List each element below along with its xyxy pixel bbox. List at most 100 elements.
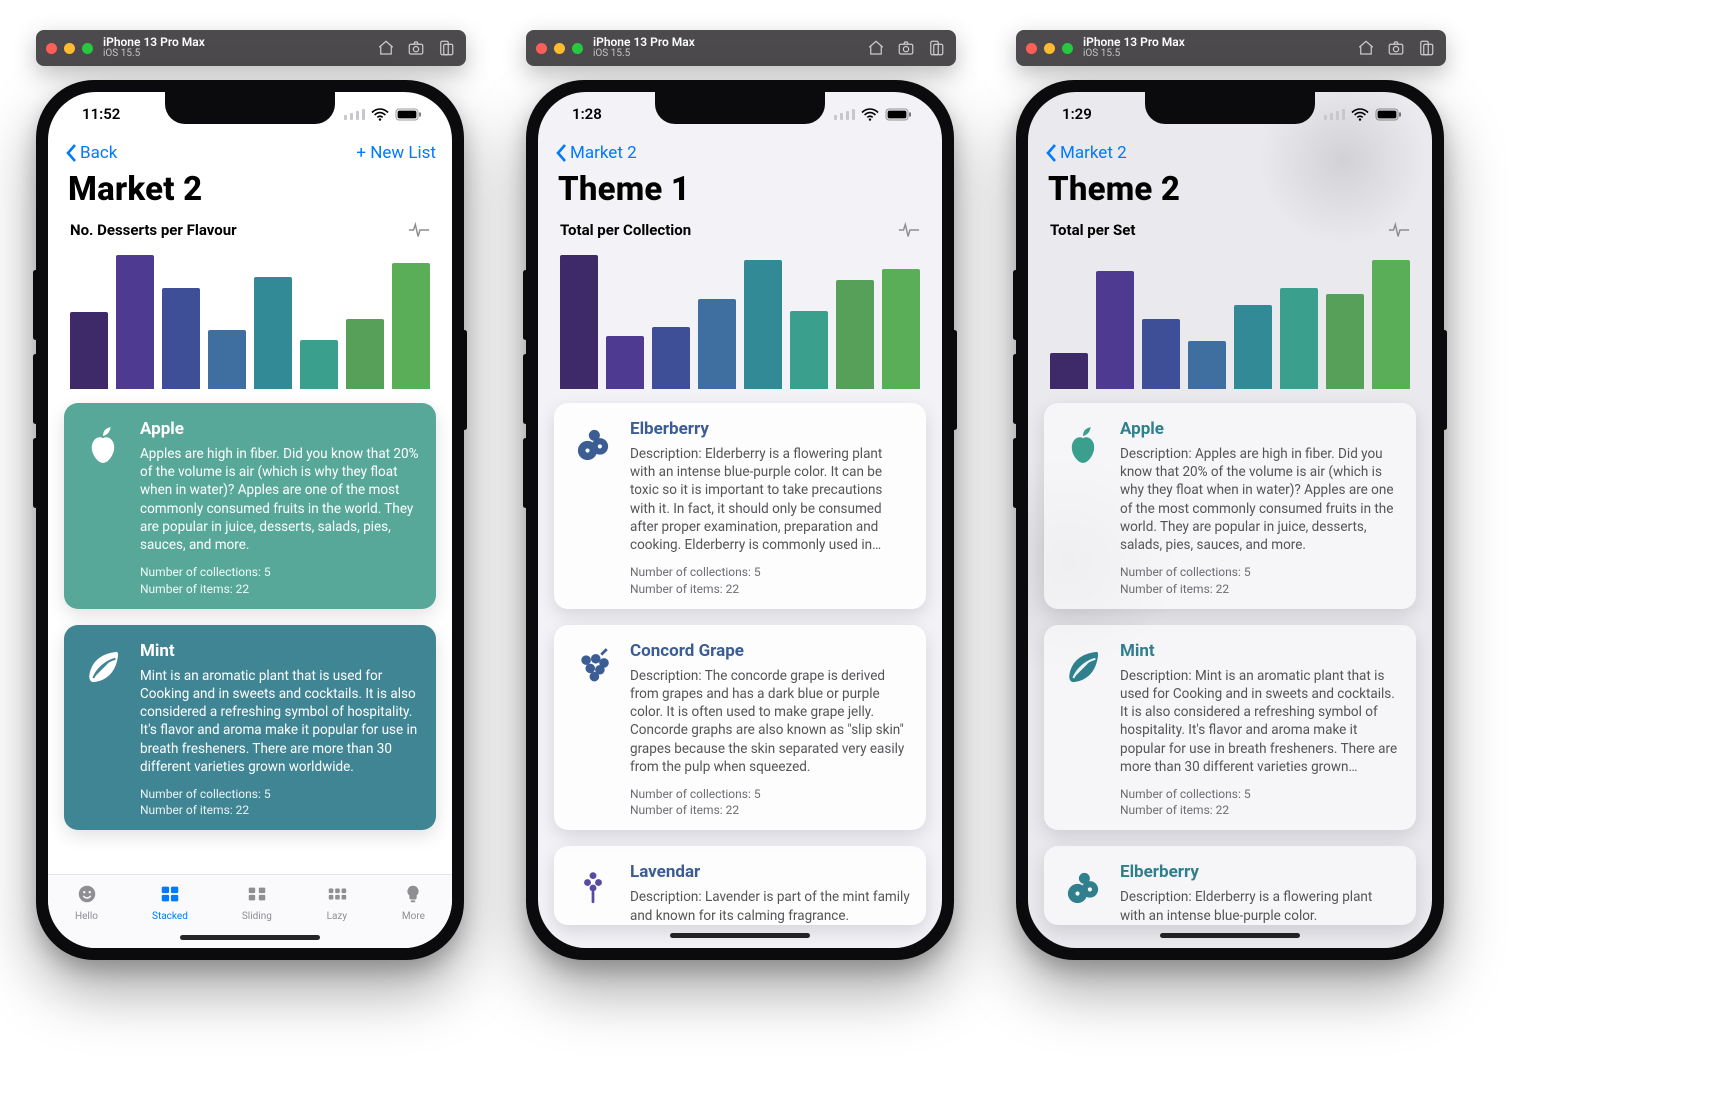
card-list[interactable]: Elberberry Description: Elderberry is a … [538,389,942,948]
tab-sliding[interactable]: Sliding [242,883,272,922]
sim-screenshot-icon[interactable] [1386,38,1406,58]
minimize-window[interactable] [64,43,75,54]
card-meta: Number of collections: 5Number of items:… [140,564,420,596]
list-card[interactable]: Apple Apples are high in fiber. Did you … [64,403,436,609]
bulb-icon [402,883,424,908]
grid2-icon [246,883,268,908]
list-card[interactable]: Elberberry Description: Elderberry is a … [1044,846,1416,924]
window-controls[interactable] [46,43,93,54]
back-button[interactable]: Back [64,143,117,163]
list-card[interactable]: Mint Mint is an aromatic plant that is u… [64,625,436,831]
wifi-icon [1351,108,1369,121]
status-time: 1:28 [572,105,602,123]
window-controls[interactable] [1026,43,1073,54]
card-description: Description: Apples are high in fiber. D… [1120,445,1400,554]
tab-bar: Hello Stacked Sliding Lazy More [48,874,452,948]
device-screen: 1:29 Market 2 Theme 2 Total per Set [1028,92,1432,948]
chart-bar [1096,271,1134,389]
home-indicator[interactable] [1160,933,1300,938]
zoom-window[interactable] [82,43,93,54]
chart-bar [70,312,108,389]
new-list-button[interactable]: + New List [356,143,436,163]
chart-bar [1326,294,1364,389]
signal-icon [834,108,855,120]
back-label: Market 2 [570,143,637,163]
simulator-titlebar: iPhone 13 Pro Max iOS 15.5 [1016,30,1446,66]
tab-more[interactable]: More [402,883,425,922]
card-meta: Number of collections: 5Number of items:… [1120,786,1400,818]
tab-stacked[interactable]: Stacked [152,883,188,922]
wifi-icon [371,108,389,121]
page-title: Theme 1 [538,170,942,215]
tab-label: Hello [75,911,98,922]
sim-home-icon[interactable] [866,38,886,58]
smile-icon [76,883,98,908]
page-title: Market 2 [48,170,452,215]
list-card[interactable]: Mint Description: Mint is an aromatic pl… [1044,625,1416,831]
minimize-window[interactable] [1044,43,1055,54]
status-time: 11:52 [82,105,120,123]
zoom-window[interactable] [572,43,583,54]
list-card[interactable]: Concord Grape Description: The concorde … [554,625,926,831]
pulse-icon[interactable] [1388,221,1410,239]
nav-bar: Market 2 [1028,136,1432,170]
chart-bar [392,263,430,389]
section-title: Total per Set [1050,221,1135,239]
tab-label: More [402,911,425,922]
pulse-icon[interactable] [898,221,920,239]
pulse-icon[interactable] [408,221,430,239]
chevron-left-icon [1044,143,1058,163]
chart-bar [606,336,644,389]
tab-hello[interactable]: Hello [75,883,98,922]
sim-rotate-icon[interactable] [1416,38,1436,58]
leaf-icon [78,641,128,819]
card-title: Concord Grape [630,641,910,661]
sim-rotate-icon[interactable] [436,38,456,58]
list-card[interactable]: Apple Description: Apples are high in fi… [1044,403,1416,609]
card-meta: Number of collections: 5Number of items:… [630,564,910,596]
card-meta: Number of collections: 5Number of items:… [1120,564,1400,596]
card-title: Elberberry [1120,862,1400,882]
window-controls[interactable] [536,43,583,54]
signal-icon [1324,108,1345,120]
chart-bar [1234,305,1272,389]
sim-home-icon[interactable] [1356,38,1376,58]
close-window[interactable] [536,43,547,54]
minimize-window[interactable] [554,43,565,54]
battery-icon [885,108,912,121]
simulator-titlebar: iPhone 13 Pro Max iOS 15.5 [36,30,466,66]
close-window[interactable] [1026,43,1037,54]
back-button[interactable]: Market 2 [554,143,637,163]
signal-icon [344,108,365,120]
sim-screenshot-icon[interactable] [406,38,426,58]
close-window[interactable] [46,43,57,54]
card-title: Mint [1120,641,1400,661]
zoom-window[interactable] [1062,43,1073,54]
home-indicator[interactable] [670,933,810,938]
battery-icon [395,108,422,121]
grid3-icon [326,883,348,908]
sim-os: iOS 15.5 [103,49,205,60]
back-button[interactable]: Market 2 [1044,143,1127,163]
simulator-titlebar: iPhone 13 Pro Max iOS 15.5 [526,30,956,66]
sim-home-icon[interactable] [376,38,396,58]
tab-lazy[interactable]: Lazy [326,883,348,922]
list-card[interactable]: Lavendar Description: Lavender is part o… [554,846,926,924]
list-card[interactable]: Elberberry Description: Elderberry is a … [554,403,926,609]
chart-bar [116,255,154,389]
apple-icon [78,419,128,597]
bar-chart [48,239,452,389]
device-notch [655,92,825,124]
card-list[interactable]: Apple Apples are high in fiber. Did you … [48,389,452,874]
chart-bar [790,311,828,389]
chart-bar [744,260,782,389]
lavender-icon [568,862,618,924]
home-indicator[interactable] [180,935,320,940]
card-description: Apples are high in fiber. Did you know t… [140,445,420,554]
battery-icon [1375,108,1402,121]
card-list[interactable]: Apple Description: Apples are high in fi… [1028,389,1432,948]
sim-rotate-icon[interactable] [926,38,946,58]
device-frame: 11:52 Back + New List Market 2 No. Desse… [36,80,464,960]
sim-screenshot-icon[interactable] [896,38,916,58]
device-notch [1145,92,1315,124]
